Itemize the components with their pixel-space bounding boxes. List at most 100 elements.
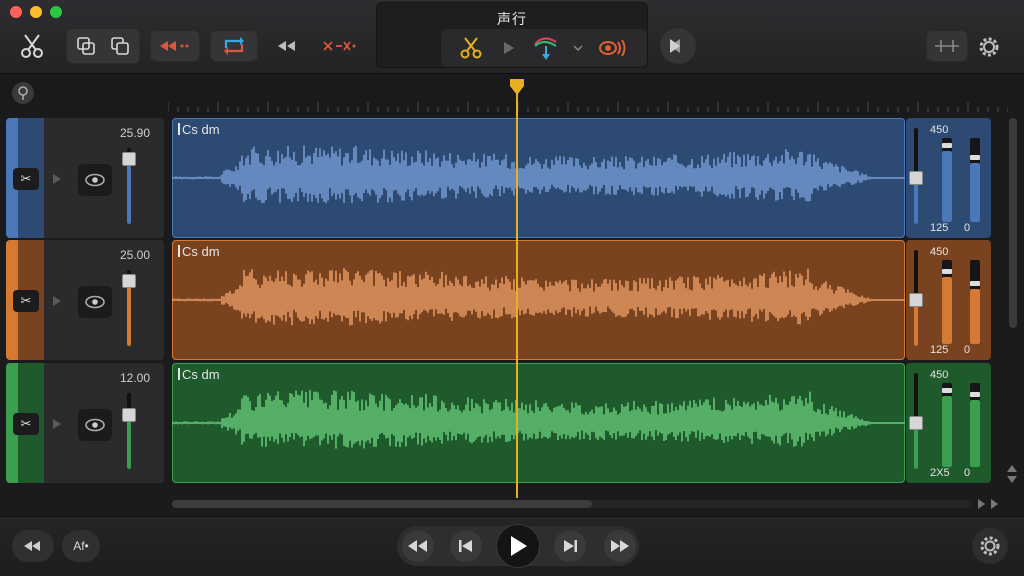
track-volume-fader-knob[interactable] <box>122 408 136 423</box>
zoom-window-button[interactable] <box>50 6 62 18</box>
automation-button[interactable]: Af• <box>62 530 100 562</box>
gear-icon[interactable] <box>974 32 1004 62</box>
meter-zero-value: 0 <box>964 344 971 356</box>
minimize-window-button[interactable] <box>30 6 42 18</box>
meter-bottom-value: 2X5 <box>930 467 950 479</box>
scroll-right-icon[interactable] <box>972 496 1004 512</box>
track-header[interactable]: ✂ 25.90 <box>6 118 164 238</box>
rewind-icon[interactable] <box>402 530 434 562</box>
track-meter: 450 125 0 <box>906 240 991 360</box>
vertical-scrollbar[interactable] <box>1009 118 1017 328</box>
track-volume-fader-knob[interactable] <box>122 151 136 166</box>
chevron-down-icon[interactable] <box>571 39 585 57</box>
track-volume-value: 25.00 <box>119 248 150 262</box>
track: ✂ 25.90 Cs dm 450 125 0 <box>6 118 991 238</box>
meter-fader-fill <box>914 426 918 469</box>
track-play-icon[interactable] <box>52 417 64 429</box>
track-header[interactable]: ✂ 12.00 <box>6 363 164 483</box>
scroll-arrows-icon[interactable] <box>1004 462 1020 486</box>
toolbar: 声行 <box>0 0 1024 74</box>
track-monitor-icon[interactable] <box>78 286 112 318</box>
track-volume-fader-fill <box>127 418 131 469</box>
back-icon[interactable] <box>270 30 304 62</box>
scissors-icon[interactable] <box>14 28 50 64</box>
meter-fader-knob[interactable] <box>909 293 923 308</box>
playhead-handle-icon[interactable] <box>508 78 526 96</box>
meter-fader-fill <box>914 303 918 346</box>
track-meter: 450 125 0 <box>906 118 991 238</box>
play-icon[interactable] <box>496 524 540 568</box>
track-edit-icon[interactable]: ✂ <box>13 290 39 312</box>
region-name: Cs dm <box>178 122 220 137</box>
playhead[interactable] <box>516 88 518 498</box>
meter-top-value: 450 <box>930 369 949 381</box>
waveform <box>172 390 905 449</box>
meter-bottom-value: 125 <box>930 344 949 356</box>
track-volume-value: 25.90 <box>119 126 150 140</box>
meter-bar-left-peak <box>942 268 952 274</box>
title-panel: 声行 <box>376 2 648 68</box>
meter-bar-right-peak <box>970 155 980 161</box>
track-volume-fader-knob[interactable] <box>122 273 136 288</box>
close-window-button[interactable] <box>10 6 22 18</box>
fast-forward-icon[interactable] <box>604 530 636 562</box>
settings-gear-icon[interactable] <box>972 528 1008 564</box>
meter-bar-right-peak <box>970 281 980 287</box>
meter-bar-right-level <box>970 163 980 222</box>
meter-bottom-value: 125 <box>930 222 949 234</box>
track-play-icon[interactable] <box>52 294 64 306</box>
track: ✂ 12.00 Cs dm 450 2X5 0 <box>6 363 991 483</box>
meter-bar-right-peak <box>970 391 980 397</box>
audio-region[interactable]: Cs dm <box>172 118 905 238</box>
audio-region[interactable]: Cs dm <box>172 240 905 360</box>
meter-fader-knob[interactable] <box>909 171 923 186</box>
track: ✂ 25.00 Cs dm 450 125 0 <box>6 240 991 360</box>
meter-bar-right-level <box>970 289 980 344</box>
broadcast-icon[interactable] <box>593 35 633 61</box>
skip-back-icon[interactable] <box>450 530 482 562</box>
copy-icon[interactable] <box>103 35 137 57</box>
meter-bar-left-level <box>942 276 952 344</box>
meter-top-value: 450 <box>930 124 949 136</box>
track-edit-icon[interactable]: ✂ <box>13 413 39 435</box>
scissors-yellow-icon[interactable] <box>455 33 487 63</box>
skip-forward-icon[interactable] <box>554 530 586 562</box>
window-title: 声行 <box>497 11 527 27</box>
zoom-knob-icon[interactable] <box>12 82 34 104</box>
title-tool-group <box>441 29 647 67</box>
meter-bar-left-level <box>942 395 952 467</box>
waveform <box>172 145 905 204</box>
ruler-ticks <box>168 100 1008 112</box>
track-meter: 450 2X5 0 <box>906 363 991 483</box>
loop-icon[interactable] <box>210 30 258 62</box>
duplicate-icon[interactable] <box>69 35 103 57</box>
meter-bar-left-peak <box>942 142 952 148</box>
settings-panel-icon[interactable] <box>926 30 968 62</box>
play-small-icon[interactable] <box>501 39 517 57</box>
waveform <box>172 267 905 326</box>
rewind-marker-button[interactable] <box>12 530 54 562</box>
meter-zero-value: 0 <box>964 222 971 234</box>
meter-fader-fill <box>914 181 918 224</box>
meter-top-value: 450 <box>930 246 949 258</box>
meter-bar-left-level <box>942 150 952 222</box>
track-monitor-icon[interactable] <box>78 164 112 196</box>
meter-fader-knob[interactable] <box>909 416 923 431</box>
track-edit-icon[interactable]: ✂ <box>13 168 39 190</box>
audio-region[interactable]: Cs dm <box>172 363 905 483</box>
meter-bar-right-level <box>970 399 980 467</box>
track-volume-fader-fill <box>127 283 131 346</box>
forward-icon[interactable] <box>660 28 696 64</box>
region-name: Cs dm <box>178 367 220 382</box>
track-monitor-icon[interactable] <box>78 409 112 441</box>
fade-icon[interactable] <box>529 33 565 63</box>
horizontal-scrollbar[interactable] <box>172 500 592 508</box>
track-header[interactable]: ✂ 25.00 <box>6 240 164 360</box>
meter-bar-left-peak <box>942 387 952 393</box>
track-play-icon[interactable] <box>52 172 64 184</box>
track-volume-fader-fill <box>127 161 131 224</box>
track-volume-value: 12.00 <box>119 371 150 385</box>
rewind-marker-icon[interactable] <box>150 30 200 62</box>
edit-button-group <box>66 28 140 64</box>
cut-marker-icon[interactable] <box>318 30 362 62</box>
